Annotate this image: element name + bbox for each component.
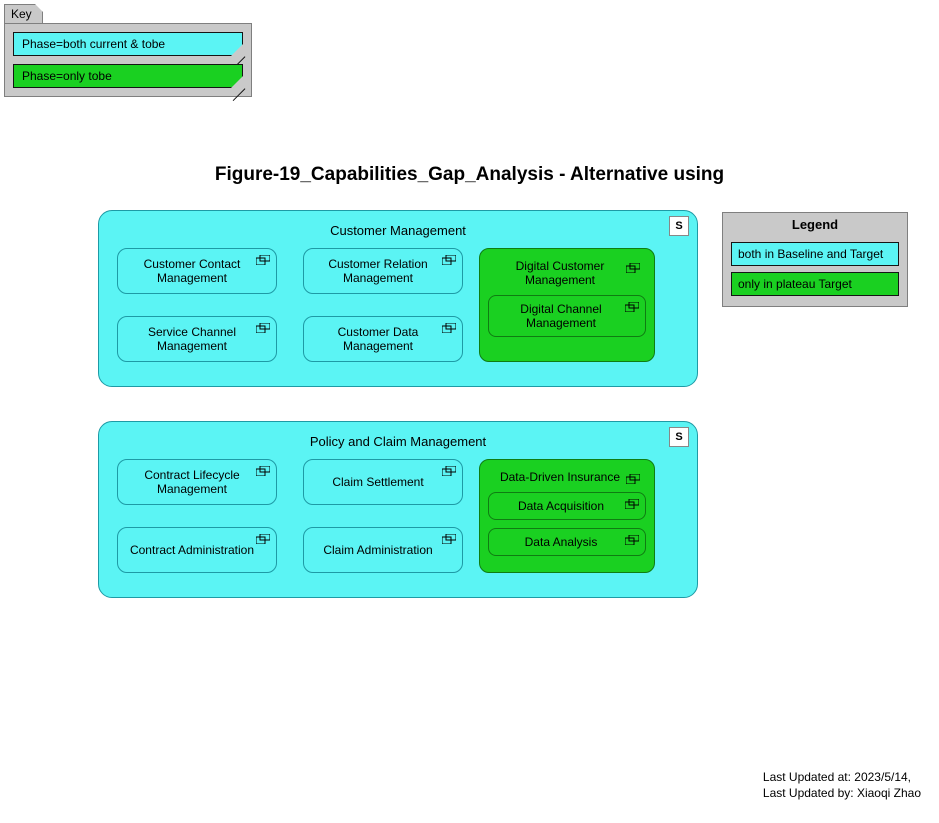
capability-icon [256,323,270,333]
legend-title: Legend [731,217,899,236]
capability-box-green: Digital Customer Management Digital Chan… [479,248,655,362]
key-item-label: Phase=only tobe [22,69,112,83]
key-body: Phase=both current & tobe Phase=only tob… [4,23,252,97]
capability-label: Service Channel Management [126,325,258,353]
capability-icon [625,302,639,312]
capability-label: Customer Data Management [312,325,444,353]
capability-label: Data-Driven Insurance [488,468,646,492]
capability-label: Data Analysis [525,535,598,549]
capability-icon [442,323,456,333]
capability-box: Digital Channel Management [488,295,646,337]
capability-label: Contract Lifecycle Management [126,468,258,496]
capability-label: Claim Administration [323,543,432,557]
capability-box: Data Acquisition [488,492,646,520]
diagram: S Customer Management Customer Contact M… [98,210,698,598]
capability-box: Claim Settlement [303,459,463,505]
capability-label: Customer Contact Management [126,257,258,285]
key-panel: Key Phase=both current & tobe Phase=only… [4,4,252,97]
legend-item-target-only: only in plateau Target [731,272,899,296]
capability-box: Data Analysis [488,528,646,556]
capability-label: Claim Settlement [332,475,423,489]
legend-panel: Legend both in Baseline and Target only … [722,212,908,307]
footer-updated-at: Last Updated at: 2023/5/14, [763,769,921,785]
group-policy-claim-management: S Policy and Claim Management Contract L… [98,421,698,598]
capability-box: Customer Relation Management [303,248,463,294]
capability-icon [625,499,639,509]
group-marker: S [669,216,689,236]
capability-icon [625,535,639,545]
capability-icon [626,263,640,273]
capability-label: Customer Relation Management [312,257,444,285]
capability-label: Data Acquisition [518,499,604,513]
capability-icon [256,255,270,265]
footer: Last Updated at: 2023/5/14, Last Updated… [763,769,921,801]
capability-box: Customer Contact Management [117,248,277,294]
capability-label: Contract Administration [130,543,254,557]
capability-box: Claim Administration [303,527,463,573]
group-marker: S [669,427,689,447]
group-title: Policy and Claim Management [117,432,679,459]
capability-icon [442,255,456,265]
capability-label: Digital Channel Management [520,302,601,330]
legend-item-label: both in Baseline and Target [738,247,883,261]
capability-box: Contract Lifecycle Management [117,459,277,505]
capability-icon [256,466,270,476]
capability-box: Service Channel Management [117,316,277,362]
legend-item-both: both in Baseline and Target [731,242,899,266]
capability-icon [626,474,640,484]
footer-updated-by: Last Updated by: Xiaoqi Zhao [763,785,921,801]
page-title: Figure-19_Capabilities_Gap_Analysis - Al… [0,164,939,186]
capability-icon [442,466,456,476]
group-customer-management: S Customer Management Customer Contact M… [98,210,698,387]
capability-box: Contract Administration [117,527,277,573]
key-item-label: Phase=both current & tobe [22,37,165,51]
legend-item-label: only in plateau Target [738,277,852,291]
key-title: Key [11,7,32,21]
key-tab: Key [4,4,43,24]
capability-box: Customer Data Management [303,316,463,362]
key-item-both: Phase=both current & tobe [13,32,243,56]
capability-icon [256,534,270,544]
group-title: Customer Management [117,221,679,248]
key-item-only-tobe: Phase=only tobe [13,64,243,88]
capability-label: Digital Customer Management [488,257,646,295]
capability-icon [442,534,456,544]
capability-box-green: Data-Driven Insurance Data Acquisition D… [479,459,655,573]
